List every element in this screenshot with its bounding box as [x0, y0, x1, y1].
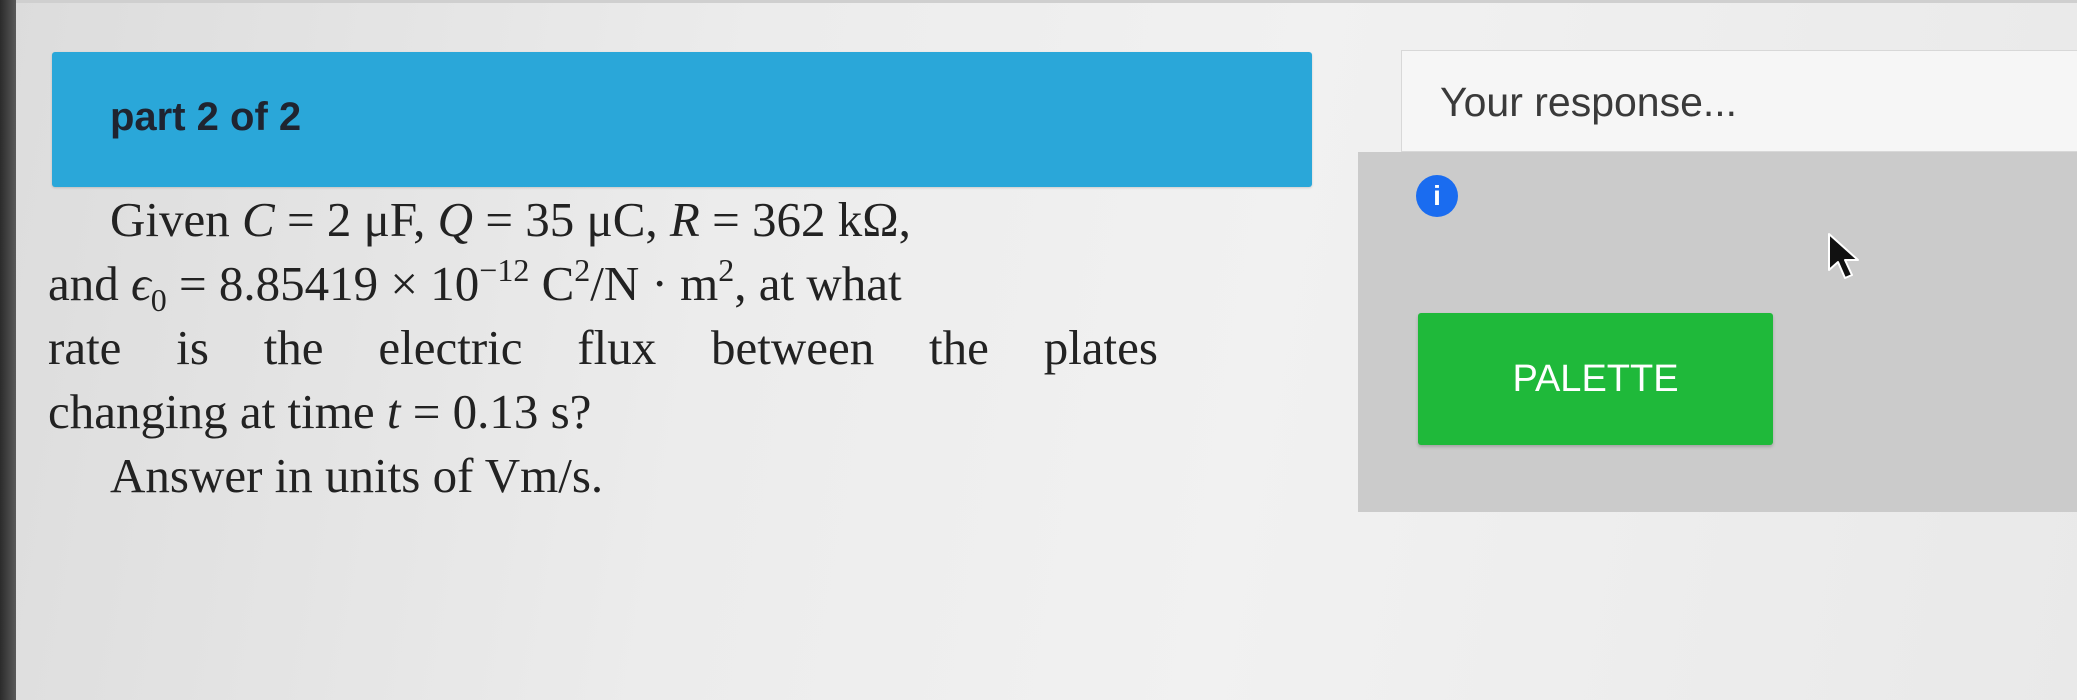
- info-icon[interactable]: i: [1416, 175, 1458, 217]
- palette-button[interactable]: PALETTE: [1418, 313, 1773, 445]
- question-text: Given C = 2 μF, Q = 35 μC, R = 362 kΩ, a…: [48, 188, 1168, 508]
- question-line-2: and ϵ0 = 8.85419 × 10−12 C2/N · m2, at w…: [48, 251, 902, 318]
- top-divider: [16, 0, 2077, 3]
- answer-units-line: Answer in units of Vm/s.: [110, 448, 604, 503]
- palette-label: PALETTE: [1512, 357, 1679, 400]
- mouse-cursor-icon: [1828, 233, 1859, 279]
- question-line-4: changing at time t = 0.13 s?: [48, 384, 592, 439]
- question-line-1: Given C = 2 μF, Q = 35 μC, R = 362 kΩ,: [110, 192, 911, 247]
- response-input[interactable]: Your response...: [1401, 50, 2077, 152]
- part-header: part 2 of 2: [52, 52, 1312, 187]
- screen-left-edge: [0, 0, 16, 700]
- question-line-3: rate is the electric flux between the pl…: [48, 320, 1158, 375]
- response-placeholder: Your response...: [1440, 79, 1738, 125]
- part-label: part 2 of 2: [110, 95, 302, 139]
